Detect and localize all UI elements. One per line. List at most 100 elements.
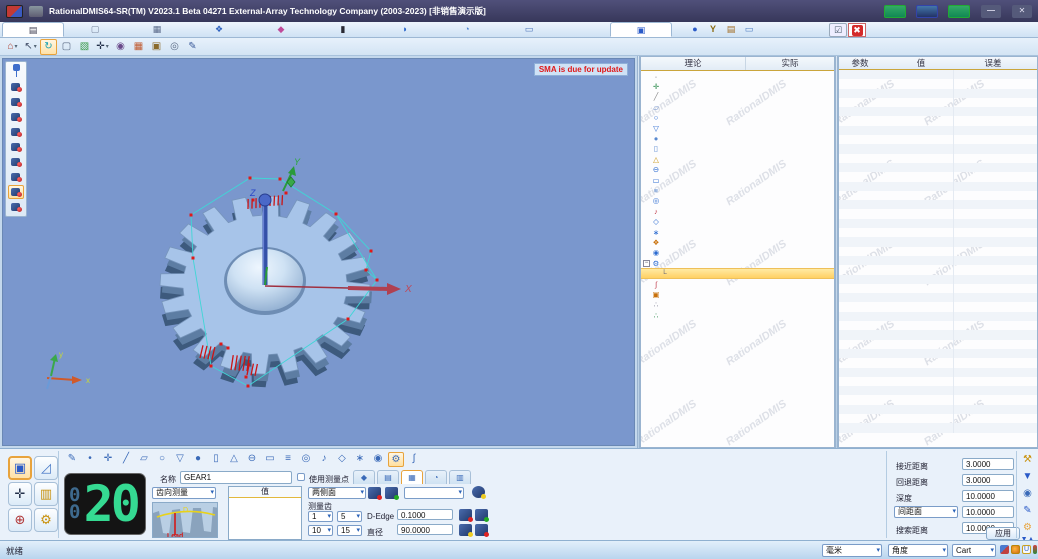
pen-icon[interactable]: ✎ [1020, 504, 1035, 518]
select-cursor-button[interactable]: ↖ ▾ [22, 39, 39, 55]
tree-item-平行平面[interactable]: ≡ [641, 185, 834, 195]
u-status-icon[interactable]: U [1022, 545, 1031, 554]
spacing-input[interactable]: 10.0000 [962, 506, 1014, 518]
probe-mode-button-3[interactable] [8, 110, 24, 124]
probe-mode-button-6[interactable] [8, 155, 24, 169]
prop-row-齿…[interactable] [839, 218, 1037, 229]
retract-input[interactable]: 3.0000 [962, 474, 1014, 486]
probe-mode-button-9[interactable] [8, 200, 24, 214]
tool-rack-icon[interactable]: ⚒ [1020, 453, 1035, 467]
depth-input[interactable]: 10.0000 [962, 490, 1014, 502]
tree-item-齿轮[interactable]: − ⚙ [641, 258, 834, 268]
tree-item-椭圆[interactable]: ⊖ [641, 165, 834, 175]
coord-system-select[interactable]: Cart [952, 544, 996, 557]
tree-item-点云[interactable]: ∴ [641, 300, 834, 310]
probe-y-icon[interactable] [385, 487, 399, 500]
boundary-point-icon[interactable]: ✛ [100, 452, 116, 467]
probe-setup-button[interactable]: ✛ [8, 482, 32, 506]
tree-item-管道[interactable]: ∫ [641, 279, 834, 289]
tree-item-曲面[interactable]: ◇ [641, 216, 834, 226]
3d-viewport[interactable]: X Z Y y x SMA is due for update [2, 58, 635, 446]
list-tab[interactable]: ▥ [449, 470, 471, 484]
tree-item-圆槽[interactable]: ▽ [641, 123, 834, 133]
tree-item-圆柱[interactable]: ▯ [641, 144, 834, 154]
tree-item-圆[interactable]: ○ [641, 113, 834, 123]
caliper-button[interactable]: ◿ [34, 456, 58, 480]
tooth-select-2[interactable]: 5 [337, 511, 362, 522]
close-button[interactable]: ✕ [1012, 4, 1032, 18]
point-icon[interactable]: • [82, 452, 98, 467]
gear-icon[interactable]: ⚙ [388, 452, 404, 467]
machine-connection-icon[interactable] [1033, 545, 1037, 554]
prop-row-齿…[interactable] [839, 209, 1037, 219]
circle-icon[interactable]: ○ [154, 452, 170, 467]
prop-row-齿宽[interactable] [839, 135, 1037, 145]
prop-row-齿…[interactable] [839, 116, 1037, 126]
probe-mode-button-8[interactable] [8, 185, 24, 199]
tree-item-直线[interactable]: ╱ [641, 92, 834, 102]
line-icon[interactable]: ╱ [118, 452, 134, 467]
prop-row-齿…[interactable] [839, 79, 1037, 89]
coordinate-button[interactable]: ⊕ [8, 508, 32, 532]
torus-icon[interactable]: ◎ [298, 452, 314, 467]
plane-icon[interactable]: ▱ [136, 452, 152, 467]
expand-box[interactable]: − [643, 259, 650, 267]
prop-row-齿…[interactable] [839, 107, 1037, 117]
polygon-icon[interactable]: ∗ [352, 452, 368, 467]
filter-icon[interactable]: Y [704, 23, 722, 37]
render-mode-button[interactable]: ▦ [130, 39, 147, 55]
joystick-icon[interactable] [884, 4, 906, 18]
tree-item-GEAR1[interactable]: └ [641, 268, 834, 279]
person-tab[interactable]: ▮ [312, 22, 374, 37]
fit-view-button[interactable]: ▧ [76, 39, 93, 55]
minimize-button[interactable]: — [981, 4, 1001, 18]
zoom-window-button[interactable]: ▢ [58, 39, 75, 55]
rotate-view-button[interactable]: ↻ [40, 38, 57, 55]
tree-item-正多边形[interactable]: ∗ [641, 227, 834, 237]
apply-button[interactable]: 应用 [986, 527, 1020, 540]
controller-icon[interactable] [948, 4, 970, 18]
disc-tab[interactable]: ◗ [374, 22, 436, 37]
pipe-icon[interactable]: ∫ [406, 452, 422, 467]
probe-mode-button-4[interactable] [8, 125, 24, 139]
name-input[interactable]: GEAR1 [180, 471, 292, 484]
edge-tool-icon[interactable] [459, 509, 473, 522]
tree-item-圆环[interactable]: ◎ [641, 196, 834, 206]
prop-row-压…[interactable] [839, 153, 1037, 163]
tree-item-点[interactable]: · [641, 71, 834, 81]
units-select[interactable]: 毫米 [822, 544, 882, 557]
camshaft-icon[interactable]: ◉ [370, 452, 386, 467]
tools-button[interactable]: ⚙ [34, 508, 58, 532]
tooth-select-3[interactable]: 10 [308, 525, 333, 536]
probe-mode-button-1[interactable] [8, 80, 24, 94]
tooth-select-1[interactable]: 1 [308, 511, 333, 522]
direction-select[interactable]: 齿向测量 [152, 487, 216, 499]
cone-icon[interactable]: △ [226, 452, 242, 467]
curve-icon[interactable]: ♪ [316, 452, 332, 467]
probe-build-icon[interactable]: ▼ [1020, 470, 1035, 484]
palette-tab[interactable]: ◆ [250, 22, 312, 37]
prop-row-等级[interactable] [839, 190, 1037, 201]
grid-status-icon[interactable] [1000, 545, 1009, 554]
machine-status-icon[interactable] [916, 4, 938, 18]
arc-tab[interactable]: ◔ [425, 470, 447, 484]
probe-mode-button-5[interactable] [8, 140, 24, 154]
machine-button[interactable]: ▣ [8, 456, 32, 480]
clock-tab[interactable]: ◔ [436, 22, 498, 37]
magnifier-icon[interactable]: ◉ [1020, 487, 1035, 501]
report-tab[interactable]: ▤ [2, 22, 64, 37]
prop-row-装…[interactable] [839, 125, 1037, 136]
probe-select[interactable] [404, 487, 464, 499]
prop-row-标准[interactable] [839, 181, 1037, 191]
round-slot-icon[interactable]: ▽ [172, 452, 188, 467]
pin-icon[interactable] [12, 64, 21, 77]
axis-y-icon[interactable] [475, 524, 489, 537]
probe-mode-button-7[interactable] [8, 170, 24, 184]
probe-mode-button-2[interactable] [8, 95, 24, 109]
tree-item-球[interactable]: ● [641, 133, 834, 143]
tree-item-CAD模型[interactable]: ▣ [641, 289, 834, 299]
edit-path-icon[interactable] [475, 509, 489, 522]
home-button[interactable]: ⌂ ▾ [4, 39, 21, 55]
tree-item-圆锥[interactable]: △ [641, 154, 834, 164]
error-column-header[interactable]: 误差 [961, 57, 1025, 69]
